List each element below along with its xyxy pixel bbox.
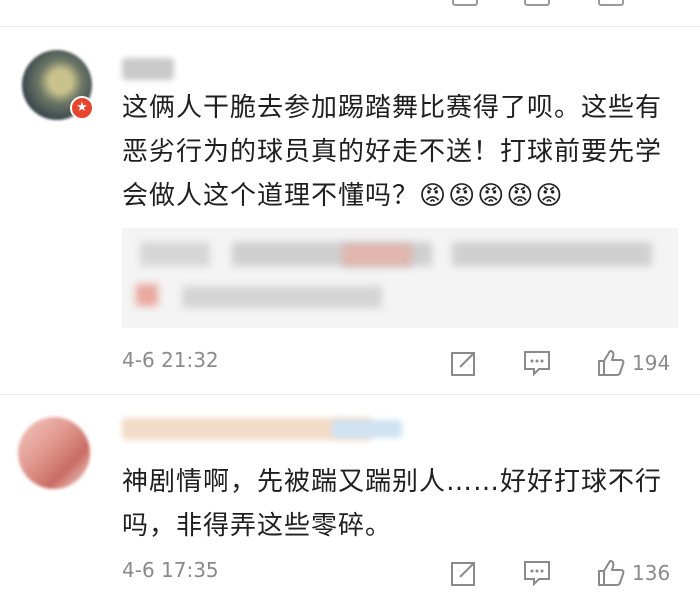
thumbs-up-icon[interactable]	[598, 0, 624, 6]
share-icon	[451, 562, 475, 586]
user-badge-icon	[332, 420, 402, 438]
verified-badge-icon: ★	[70, 96, 94, 120]
like-count: 136	[632, 561, 671, 585]
avatar[interactable]	[18, 417, 90, 489]
repost-button[interactable]	[450, 348, 478, 378]
repost-button[interactable]	[450, 558, 478, 588]
comment-button[interactable]	[522, 558, 552, 588]
comment-button[interactable]	[522, 348, 552, 378]
comment-icon[interactable]	[524, 0, 550, 6]
timestamp: 4-6 21:32	[122, 348, 219, 372]
thumbs-up-icon	[598, 350, 625, 376]
timestamp: 4-6 17:35	[122, 558, 219, 582]
comment-icon	[524, 561, 550, 587]
comment-meta-row: 4-6 17:35 136	[0, 554, 700, 594]
divider	[0, 26, 700, 27]
comment-text: 神剧情啊，先被踹又踹别人……好好打球不行吗，非得弄这些零碎。	[122, 460, 682, 548]
like-count: 194	[632, 351, 671, 375]
username[interactable]	[122, 58, 174, 80]
angry-emoji-icons: 😡😡😡😡😡	[419, 181, 565, 211]
comment-icon	[524, 351, 550, 377]
share-icon[interactable]	[452, 0, 478, 6]
quoted-post[interactable]	[122, 228, 678, 328]
thumbs-up-icon	[598, 560, 625, 586]
divider	[0, 394, 700, 395]
comment-body: 这俩人干脆去参加踢踏舞比赛得了呗。这些有恶劣行为的球员真的好走不送！打球前要先学…	[122, 93, 663, 211]
like-button[interactable]: 136	[596, 558, 670, 588]
share-icon	[451, 352, 475, 376]
previous-comment-meta	[0, 0, 700, 12]
comment-body: 神剧情啊，先被踹又踹别人……好好打球不行吗，非得弄这些零碎。	[122, 467, 663, 541]
like-button[interactable]: 194	[596, 348, 670, 378]
comment-text: 这俩人干脆去参加踢踏舞比赛得了呗。这些有恶劣行为的球员真的好走不送！打球前要先学…	[122, 86, 682, 218]
comment-meta-row: 4-6 21:32 194	[0, 344, 700, 384]
